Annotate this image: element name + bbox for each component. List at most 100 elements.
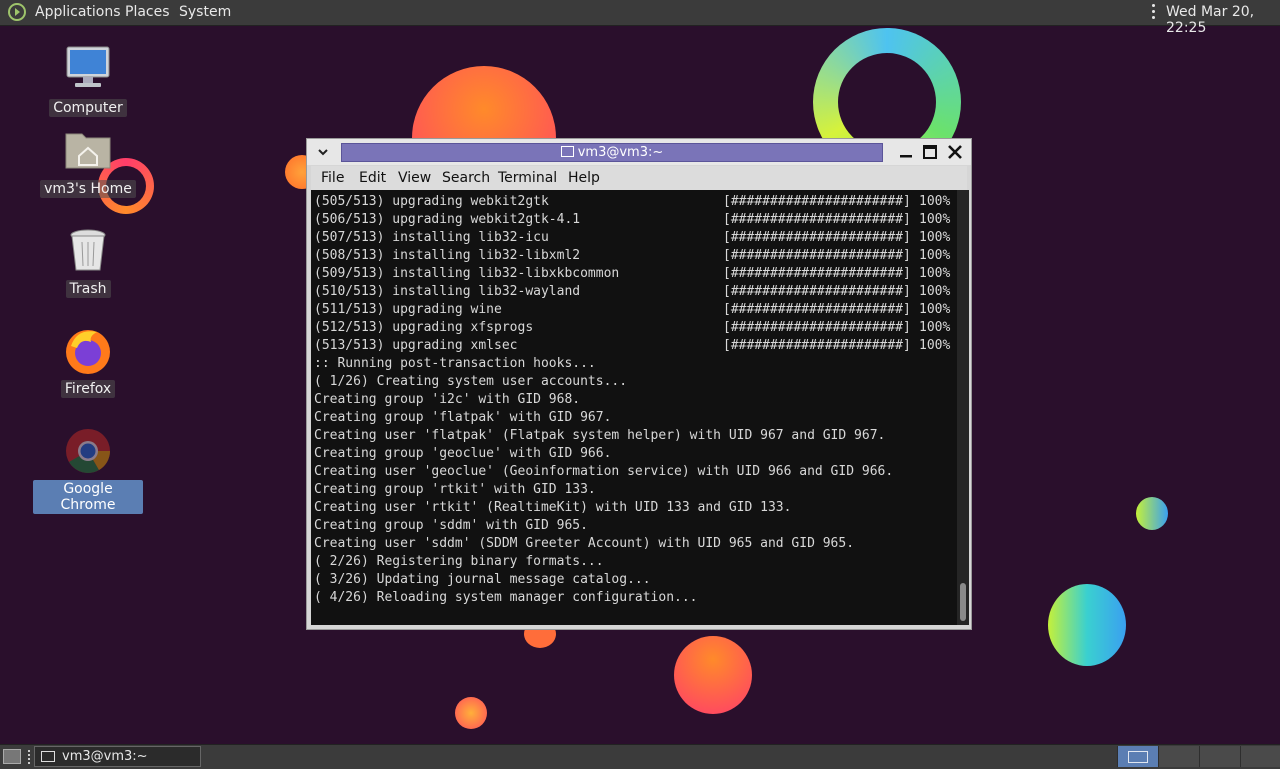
scrollbar-thumb[interactable] [960, 583, 966, 621]
workspace-window-thumbnail [1128, 751, 1148, 763]
terminal-menubar: File Edit View Search Terminal Help [311, 166, 967, 190]
wallpaper-dot [1136, 497, 1168, 530]
progress-percent: 100% [919, 194, 951, 209]
workspace-1[interactable] [1117, 746, 1158, 767]
terminal-icon [560, 146, 574, 157]
workspace-3[interactable] [1199, 746, 1240, 767]
terminal-log-line: ( 1/26) Creating system user accounts... [314, 374, 628, 389]
panel-handle-icon [1152, 4, 1156, 20]
trash-icon [63, 226, 113, 276]
desktop-icon-trash[interactable]: Trash [33, 226, 143, 298]
desktop-icon-google-chrome[interactable]: Google Chrome [33, 426, 143, 514]
terminal-log-line: Creating user 'rtkit' (RealtimeKit) with… [314, 500, 792, 515]
desktop-icon-label: Google Chrome [33, 480, 143, 514]
taskbar-item-label: vm3@vm3:~ [62, 749, 148, 764]
desktop-icon-label: Firefox [60, 380, 116, 398]
terminal-window[interactable]: vm3@vm3:~ File Edit View Search Terminal… [306, 138, 972, 630]
progress-percent: 100% [919, 284, 951, 299]
progress-step-text: (511/513) upgrading wine [314, 302, 502, 317]
desktop-icon-computer[interactable]: Computer [33, 45, 143, 117]
terminal-log-line: Creating group 'rtkit' with GID 133. [314, 482, 596, 497]
wallpaper-circle [674, 636, 752, 714]
terminal-progress-line: (512/513) upgrading xfsprogs [###########… [314, 319, 954, 337]
workspace-2[interactable] [1158, 746, 1199, 767]
firefox-icon [63, 326, 113, 376]
wallpaper-ring-hole [838, 53, 936, 151]
workspace-4[interactable] [1240, 746, 1280, 767]
progress-step-text: (508/513) installing lib32-libxml2 [314, 248, 581, 263]
progress-percent: 100% [919, 212, 951, 227]
terminal-log-line: Creating user 'geoclue' (Geoinformation … [314, 464, 894, 479]
progress-percent: 100% [919, 338, 951, 353]
terminal-log-line: Creating group 'sddm' with GID 965. [314, 518, 588, 533]
menu-edit[interactable]: Edit [359, 170, 386, 186]
progress-bar-text: [######################] [723, 302, 911, 317]
desktop-icon-label: Computer [49, 99, 127, 117]
terminal-screen[interactable]: (505/513) upgrading webkit2gtk [#########… [311, 190, 957, 625]
progress-percent: 100% [919, 302, 951, 317]
progress-step-text: (513/513) upgrading xmlsec [314, 338, 518, 353]
panel-handle-icon [28, 750, 32, 764]
menu-file[interactable]: File [321, 170, 344, 186]
taskbar-item-terminal[interactable]: vm3@vm3:~ [34, 746, 201, 767]
window-title-text: vm3@vm3:~ [577, 145, 664, 160]
progress-bar-text: [######################] [723, 248, 911, 263]
desktop-icon-home[interactable]: vm3's Home [33, 126, 143, 198]
terminal-progress-line: (513/513) upgrading xmlsec [#############… [314, 337, 954, 355]
menu-terminal[interactable]: Terminal [498, 170, 557, 186]
progress-percent: 100% [919, 248, 951, 263]
clock[interactable]: Wed Mar 20, 22:25 [1166, 4, 1280, 36]
progress-percent: 100% [919, 266, 951, 281]
terminal-progress-line: (510/513) installing lib32-wayland [#####… [314, 283, 954, 301]
mate-logo-icon[interactable] [8, 3, 26, 21]
terminal-progress-line: (509/513) installing lib32-libxkbcommon [… [314, 265, 954, 283]
minimize-button[interactable] [897, 143, 915, 161]
desktop-icon-label: Trash [65, 280, 111, 298]
top-panel: Applications Places System Wed Mar 20, 2… [0, 0, 1280, 36]
terminal-scrollbar[interactable] [957, 190, 969, 625]
progress-bar-text: [######################] [723, 212, 911, 227]
progress-percent: 100% [919, 230, 951, 245]
menu-places[interactable]: Places [125, 4, 170, 20]
desktop-icon-firefox[interactable]: Firefox [33, 326, 143, 398]
terminal-log-line: Creating group 'flatpak' with GID 967. [314, 410, 612, 425]
window-title: vm3@vm3:~ [342, 145, 882, 160]
terminal-progress-line: (506/513) upgrading webkit2gtk-4.1 [#####… [314, 211, 954, 229]
computer-icon [63, 45, 113, 95]
progress-bar-text: [######################] [723, 194, 911, 209]
wallpaper-dot [455, 697, 487, 729]
terminal-output: (505/513) upgrading webkit2gtk [#########… [314, 193, 954, 607]
terminal-log-line: :: Running post-transaction hooks... [314, 356, 596, 371]
terminal-log-line: Creating group 'geoclue' with GID 966. [314, 446, 612, 461]
terminal-log-line: Creating user 'flatpak' (Flatpak system … [314, 428, 886, 443]
progress-percent: 100% [919, 320, 951, 335]
menu-system[interactable]: System [179, 4, 231, 20]
window-menu-chevron-icon[interactable] [315, 144, 331, 160]
progress-step-text: (507/513) installing lib32-icu [314, 230, 549, 245]
show-desktop-icon[interactable] [3, 749, 21, 764]
progress-step-text: (510/513) installing lib32-wayland [314, 284, 581, 299]
terminal-progress-line: (507/513) installing lib32-icu [#########… [314, 229, 954, 247]
terminal-log-line: ( 4/26) Reloading system manager configu… [314, 590, 698, 605]
terminal-icon [41, 751, 55, 762]
chrome-icon [63, 426, 113, 476]
terminal-progress-line: (508/513) installing lib32-libxml2 [#####… [314, 247, 954, 265]
close-button[interactable] [946, 143, 964, 161]
menu-help[interactable]: Help [568, 170, 600, 186]
menu-view[interactable]: View [398, 170, 431, 186]
window-title-bar-fill[interactable]: vm3@vm3:~ [341, 143, 883, 162]
desktop-icon-label: vm3's Home [40, 180, 136, 198]
terminal-log-line: Creating user 'sddm' (SDDM Greeter Accou… [314, 536, 855, 551]
wallpaper-circle [1048, 584, 1126, 666]
window-titlebar[interactable]: vm3@vm3:~ [307, 139, 971, 165]
maximize-button[interactable] [921, 143, 939, 161]
home-folder-icon [63, 126, 113, 176]
progress-bar-text: [######################] [723, 230, 911, 245]
menu-applications[interactable]: Applications [35, 4, 121, 20]
progress-bar-text: [######################] [723, 320, 911, 335]
menu-search[interactable]: Search [442, 170, 490, 186]
terminal-progress-line: (511/513) upgrading wine [###############… [314, 301, 954, 319]
progress-step-text: (512/513) upgrading xfsprogs [314, 320, 534, 335]
terminal-log-line: Creating group 'i2c' with GID 968. [314, 392, 581, 407]
terminal-progress-line: (505/513) upgrading webkit2gtk [#########… [314, 193, 954, 211]
